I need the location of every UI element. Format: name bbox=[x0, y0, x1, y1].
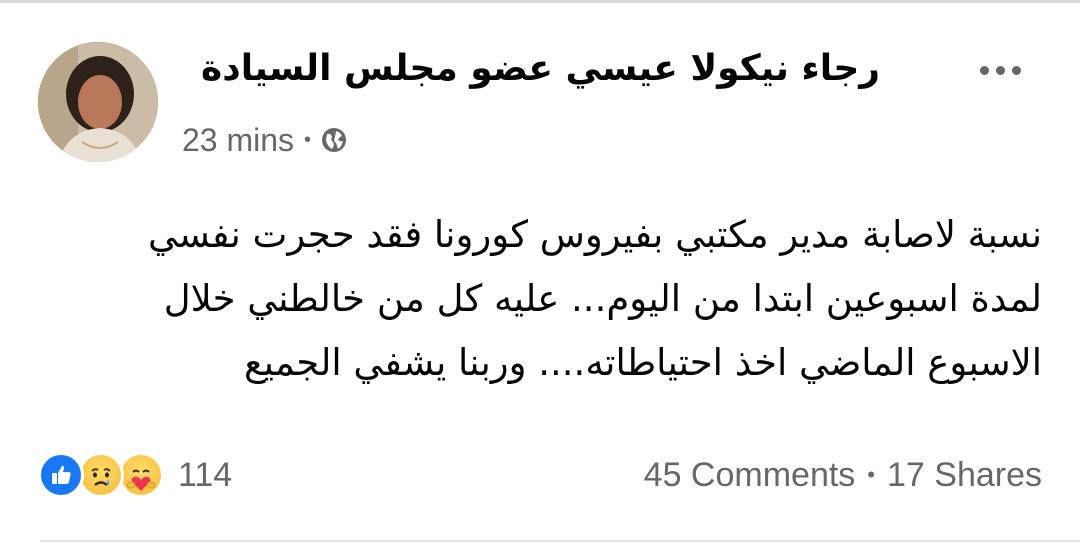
more-dot bbox=[979, 65, 989, 75]
post-footer: 114 45 Comments • 17 Shares bbox=[0, 447, 1080, 503]
reaction-count[interactable]: 114 bbox=[178, 456, 232, 495]
sad-icon bbox=[78, 452, 124, 498]
post-body: نسبة لاصابة مدير مكتبي بفيروس كورونا فقد… bbox=[40, 203, 1042, 395]
top-divider bbox=[0, 0, 1080, 3]
author-name[interactable]: رجاء نيكولا عيسي عضو مجلس السيادة bbox=[201, 48, 880, 89]
post-timestamp[interactable]: 23 mins bbox=[182, 122, 294, 159]
avatar[interactable] bbox=[38, 42, 158, 162]
globe-icon[interactable] bbox=[321, 127, 347, 153]
post-text-line: نسبة لاصابة مدير مكتبي بفيروس كورونا فقد… bbox=[147, 213, 1042, 256]
meta-separator: • bbox=[304, 128, 312, 151]
reactions-summary[interactable]: 114 bbox=[38, 449, 232, 501]
more-dot bbox=[995, 65, 1005, 75]
comments-count[interactable]: 45 Comments bbox=[644, 456, 856, 495]
more-dot bbox=[1011, 65, 1021, 75]
like-icon bbox=[38, 452, 84, 498]
post-text-line: الاسبوع الماضي اخذ احتياطاته.... وربنا ي… bbox=[243, 341, 1042, 384]
shares-count[interactable]: 17 Shares bbox=[887, 456, 1042, 495]
post-header: رجاء نيكولا عيسي عضو مجلس السيادة 23 min… bbox=[0, 38, 1080, 168]
post-meta: 23 mins • bbox=[182, 118, 347, 162]
more-options-button[interactable] bbox=[970, 58, 1030, 82]
bottom-divider bbox=[40, 540, 1080, 542]
post-text-line: لمدة اسبوعين ابتدا من اليوم... عليه كل م… bbox=[163, 277, 1042, 320]
care-icon bbox=[118, 452, 164, 498]
avatar-photo bbox=[38, 42, 158, 162]
engagement-stats: 45 Comments • 17 Shares bbox=[644, 449, 1042, 501]
stats-separator: • bbox=[867, 462, 875, 487]
